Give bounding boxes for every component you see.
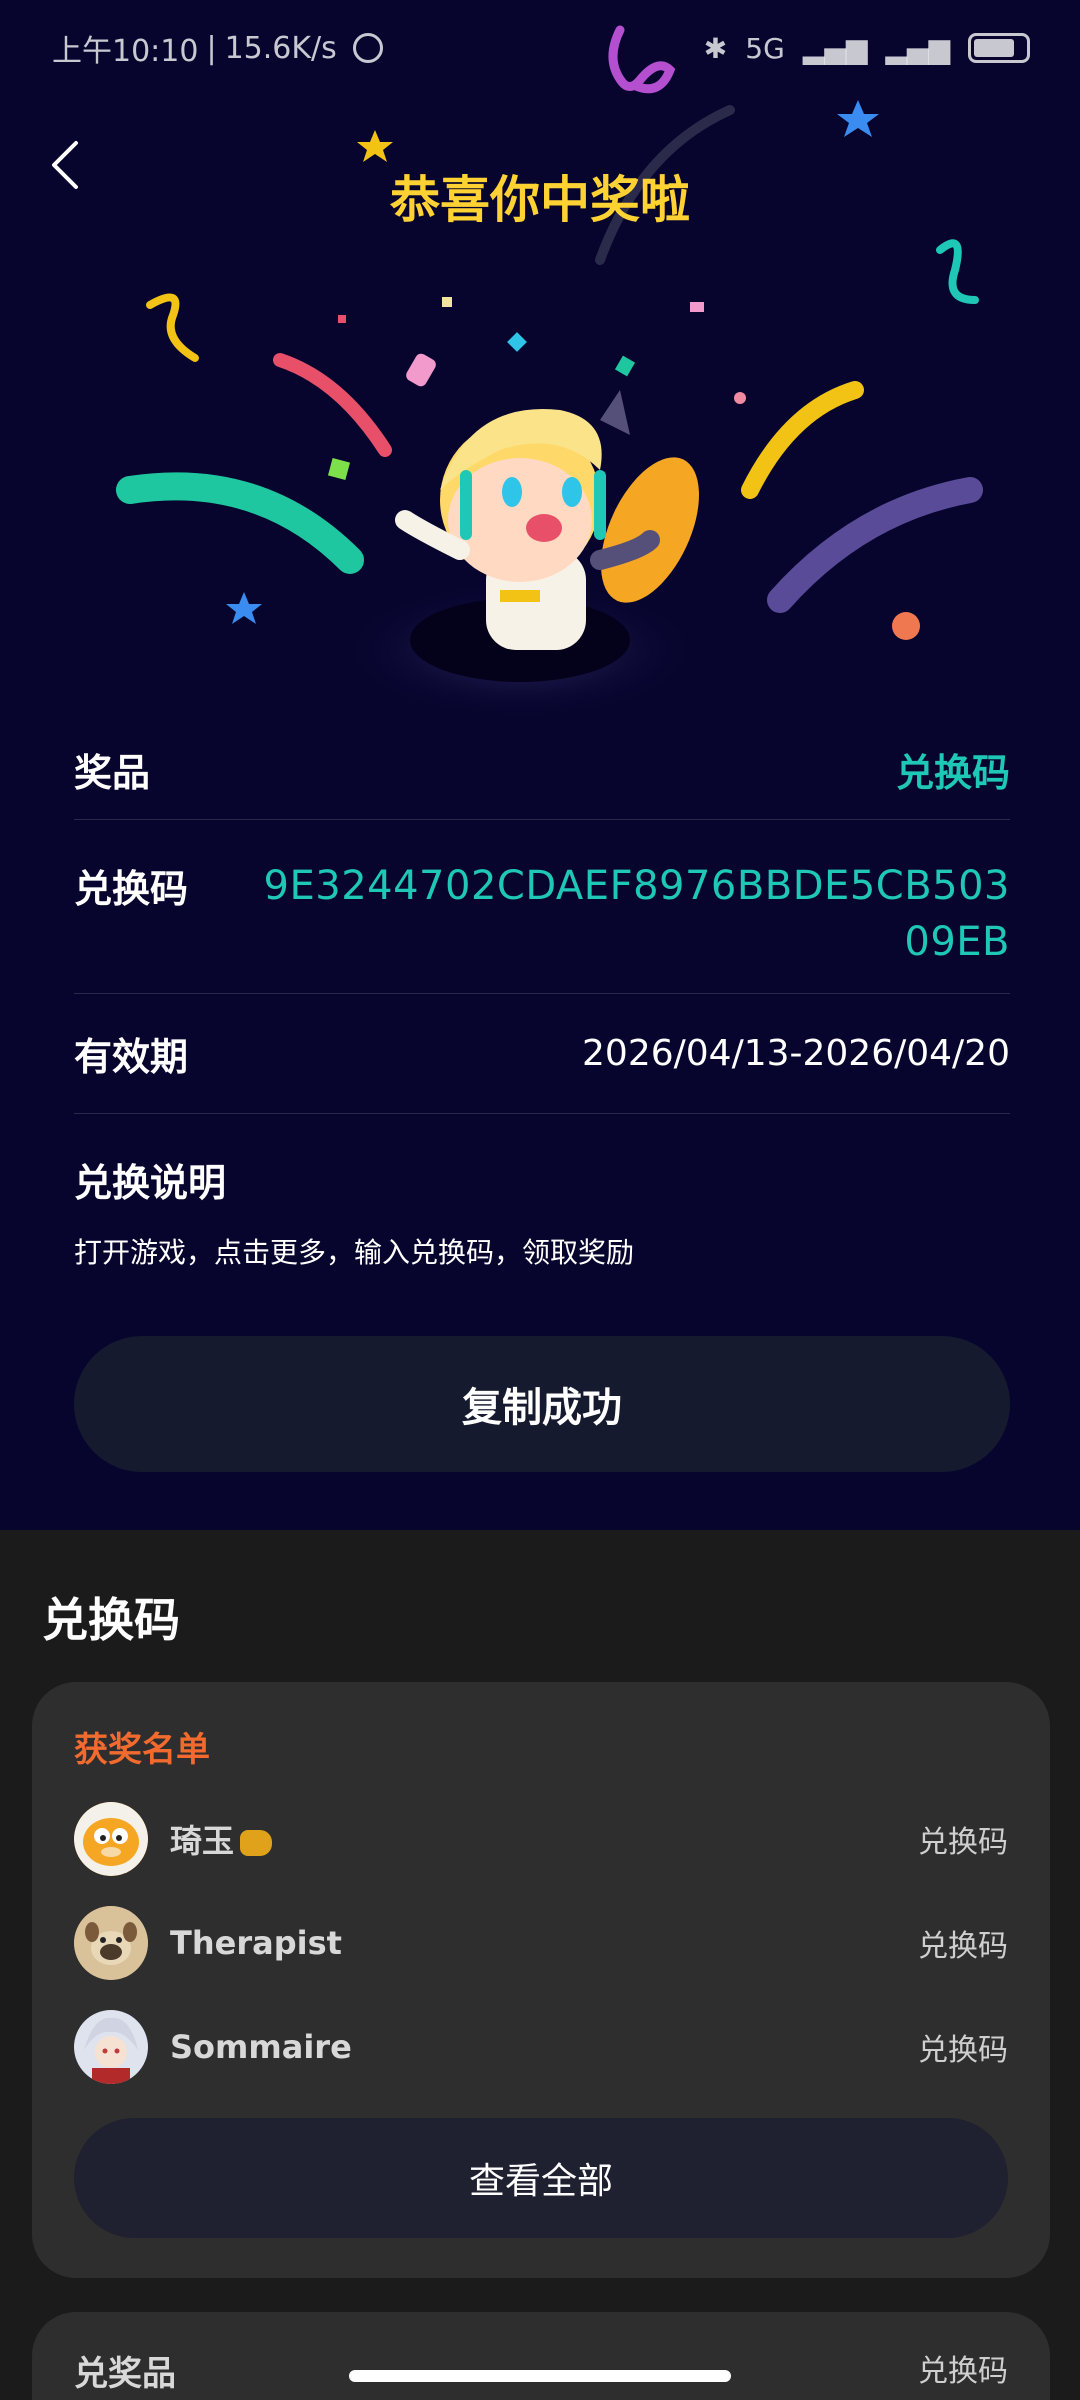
- prize-value: 兑换码: [895, 751, 1010, 795]
- confetti-bit: [338, 315, 346, 323]
- page-title: 恭喜你中奖啦: [390, 171, 690, 229]
- redeem-code-value[interactable]: 9E3244702CDAEF8976BBDE5CB50309EB: [250, 858, 1010, 970]
- avatar: [74, 2010, 148, 2084]
- prize-label: 奖品: [74, 751, 151, 795]
- next-card-left: 兑奖品: [74, 2354, 176, 2394]
- squiggle-yellow: [146, 293, 199, 362]
- code-label: 兑换码: [74, 867, 189, 911]
- instructions-title: 兑换说明: [74, 1161, 227, 1205]
- app-logo-icon: [608, 25, 676, 94]
- winner-prize: 兑换码: [918, 1825, 1008, 1860]
- status-right: ✱ 5G ▂▄▆ ▂▄▆: [704, 32, 1030, 65]
- confetti-bit: [507, 332, 527, 352]
- confetti-streamer-purple: [767, 477, 983, 613]
- validity-row: 有效期 2026/04/13-2026/04/20: [74, 994, 1010, 1114]
- status-time: 上午10:10: [52, 34, 199, 69]
- winner-name: 琦玉: [170, 1816, 273, 1862]
- confetti-bit: [327, 457, 351, 481]
- copy-success-button[interactable]: 复制成功: [74, 1336, 1010, 1472]
- avatar-dog-icon: [74, 1906, 148, 1980]
- validity-label: 有效期: [74, 1035, 189, 1079]
- confetti-bit: [442, 297, 452, 307]
- fist-icon: [240, 1830, 273, 1856]
- code-row: 兑换码 9E3244702CDAEF8976BBDE5CB50309EB: [74, 820, 1010, 994]
- wifi-icon: ▂▄▆: [885, 31, 950, 65]
- signal-icon: ▂▄▆: [802, 31, 868, 65]
- prize-row: 奖品 兑换码: [74, 720, 1010, 820]
- prize-result-panel: 上午10:10 | 15.6K/s ✱ 5G ▂▄▆ ▂▄▆ 恭喜你中奖啦 奖品…: [0, 0, 1080, 1530]
- view-all-button[interactable]: 查看全部: [74, 2118, 1008, 2238]
- status-bar: 上午10:10 | 15.6K/s ✱ 5G ▂▄▆ ▂▄▆: [0, 0, 1080, 96]
- winners-card: 获奖名单 琦玉 兑换码 Therapist 兑换码 Sommaire 兑换码 查…: [32, 1682, 1050, 2278]
- status-separator: |: [206, 30, 217, 66]
- star: [357, 130, 393, 162]
- squiggle-teal: [936, 239, 979, 304]
- next-card: 兑奖品 兑换码: [32, 2312, 1050, 2400]
- star: [226, 592, 262, 624]
- winner-prize: 兑换码: [918, 1929, 1008, 1964]
- status-left: 上午10:10 | 15.6K/s: [52, 26, 383, 70]
- validity-value: 2026/04/13-2026/04/20: [582, 1033, 1010, 1074]
- confetti-bit: [614, 355, 636, 377]
- winner-name: Sommaire: [170, 2028, 352, 2066]
- winner-name: Therapist: [170, 1924, 342, 1962]
- alarm-icon: [352, 33, 383, 63]
- bluetooth-icon: ✱: [703, 31, 728, 65]
- confetti-streamer-green: [116, 472, 364, 574]
- confetti-dot: [734, 392, 746, 404]
- star: [837, 100, 879, 137]
- winner-item[interactable]: Therapist 兑换码: [74, 1904, 1008, 1982]
- winner-prize: 兑换码: [918, 2033, 1008, 2068]
- battery-icon: [968, 33, 1030, 63]
- confetti-streamer-yellow: [741, 381, 864, 499]
- next-card-right: 兑换码: [918, 2354, 1008, 2389]
- network-type: 5G: [745, 31, 785, 65]
- confetti-bit: [406, 353, 436, 387]
- avatar: [74, 1802, 148, 1876]
- winners-title: 获奖名单: [74, 1730, 210, 1770]
- winner-name-text: 琦玉: [170, 1822, 235, 1860]
- confetti-bit: [690, 302, 704, 312]
- avatar: [74, 1906, 148, 1980]
- prize-details: 奖品 兑换码 兑换码 9E3244702CDAEF8976BBDE5CB5030…: [74, 720, 1010, 1271]
- avatar-anime-icon: [74, 2010, 148, 2084]
- confetti-dot: [892, 612, 920, 640]
- winner-item[interactable]: 琦玉 兑换码: [74, 1800, 1008, 1878]
- section-title: 兑换码: [42, 1593, 180, 1647]
- home-indicator[interactable]: [349, 2370, 731, 2382]
- confetti-streamer-pink: [273, 353, 392, 457]
- instructions-text: 打开游戏，点击更多，输入兑换码，领取奖励: [74, 1236, 635, 1269]
- avatar-cat-icon: [74, 1802, 148, 1876]
- network-speed: 15.6K/s: [224, 30, 337, 66]
- winner-item[interactable]: Sommaire 兑换码: [74, 2008, 1008, 2086]
